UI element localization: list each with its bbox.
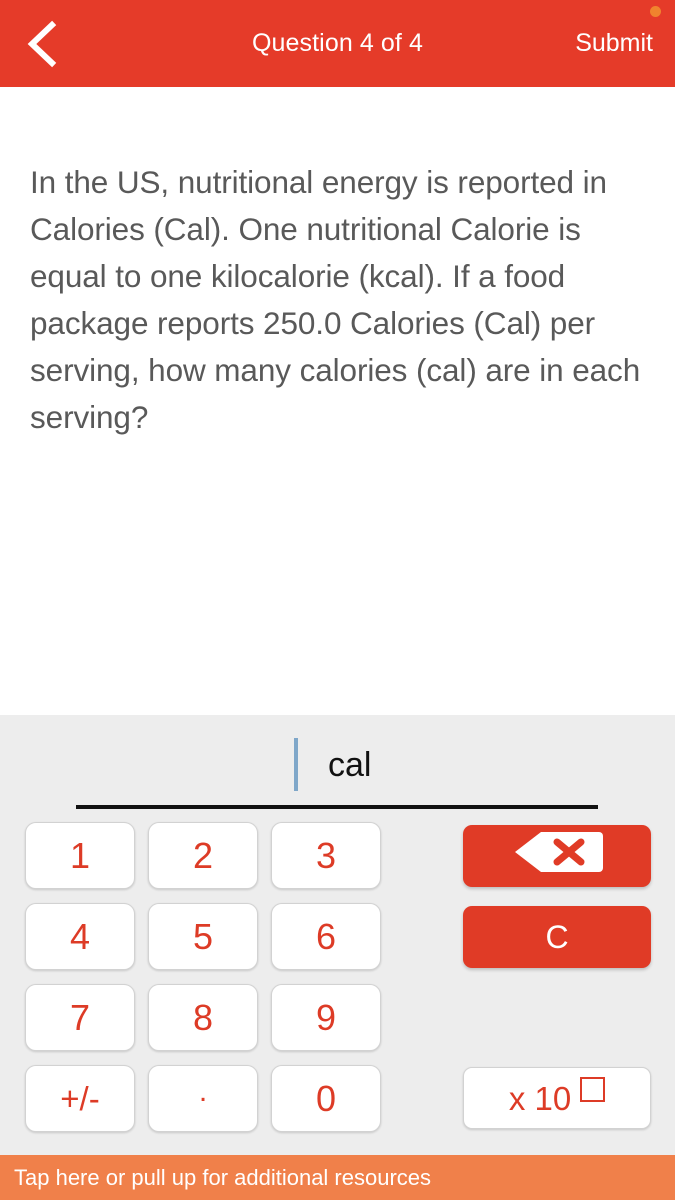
answer-underline bbox=[76, 805, 598, 809]
exponent-button[interactable]: x 10 bbox=[463, 1067, 651, 1129]
resource-bar-label: Tap here or pull up for additional resou… bbox=[14, 1164, 432, 1190]
clear-button[interactable]: C bbox=[463, 906, 651, 968]
key-3[interactable]: 3 bbox=[271, 822, 381, 889]
backspace-delete-icon bbox=[511, 830, 603, 882]
key-0[interactable]: 0 bbox=[271, 1065, 381, 1132]
key-9[interactable]: 9 bbox=[271, 984, 381, 1051]
question-text: In the US, nutritional energy is reporte… bbox=[30, 164, 641, 435]
text-caret bbox=[294, 738, 298, 791]
backspace-button[interactable] bbox=[463, 825, 651, 887]
key-4[interactable]: 4 bbox=[25, 903, 135, 970]
key-8[interactable]: 8 bbox=[148, 984, 258, 1051]
key-2[interactable]: 2 bbox=[148, 822, 258, 889]
answer-unit-label: cal bbox=[328, 746, 372, 784]
key-5[interactable]: 5 bbox=[148, 903, 258, 970]
resource-bar[interactable]: Tap here or pull up for additional resou… bbox=[0, 1155, 675, 1200]
submit-button[interactable]: Submit bbox=[575, 0, 653, 87]
keypad-panel: cal 1 2 3 4 5 6 7 8 9 +/- . 0 C x 10 bbox=[0, 715, 675, 1155]
key-7[interactable]: 7 bbox=[25, 984, 135, 1051]
key-sign[interactable]: +/- bbox=[25, 1065, 135, 1132]
key-1[interactable]: 1 bbox=[25, 822, 135, 889]
page-title: Question 4 of 4 bbox=[251, 29, 424, 57]
key-6[interactable]: 6 bbox=[271, 903, 381, 970]
exponent-prefix-label: x 10 bbox=[508, 1079, 572, 1117]
key-decimal[interactable]: . bbox=[148, 1065, 258, 1132]
answer-input-row[interactable]: cal bbox=[0, 733, 675, 818]
app-header: Question 4 of 4 Submit bbox=[0, 0, 675, 87]
notification-dot-icon bbox=[650, 6, 661, 17]
exponent-placeholder-box-icon bbox=[580, 1076, 606, 1102]
question-area: In the US, nutritional energy is reporte… bbox=[0, 87, 675, 715]
